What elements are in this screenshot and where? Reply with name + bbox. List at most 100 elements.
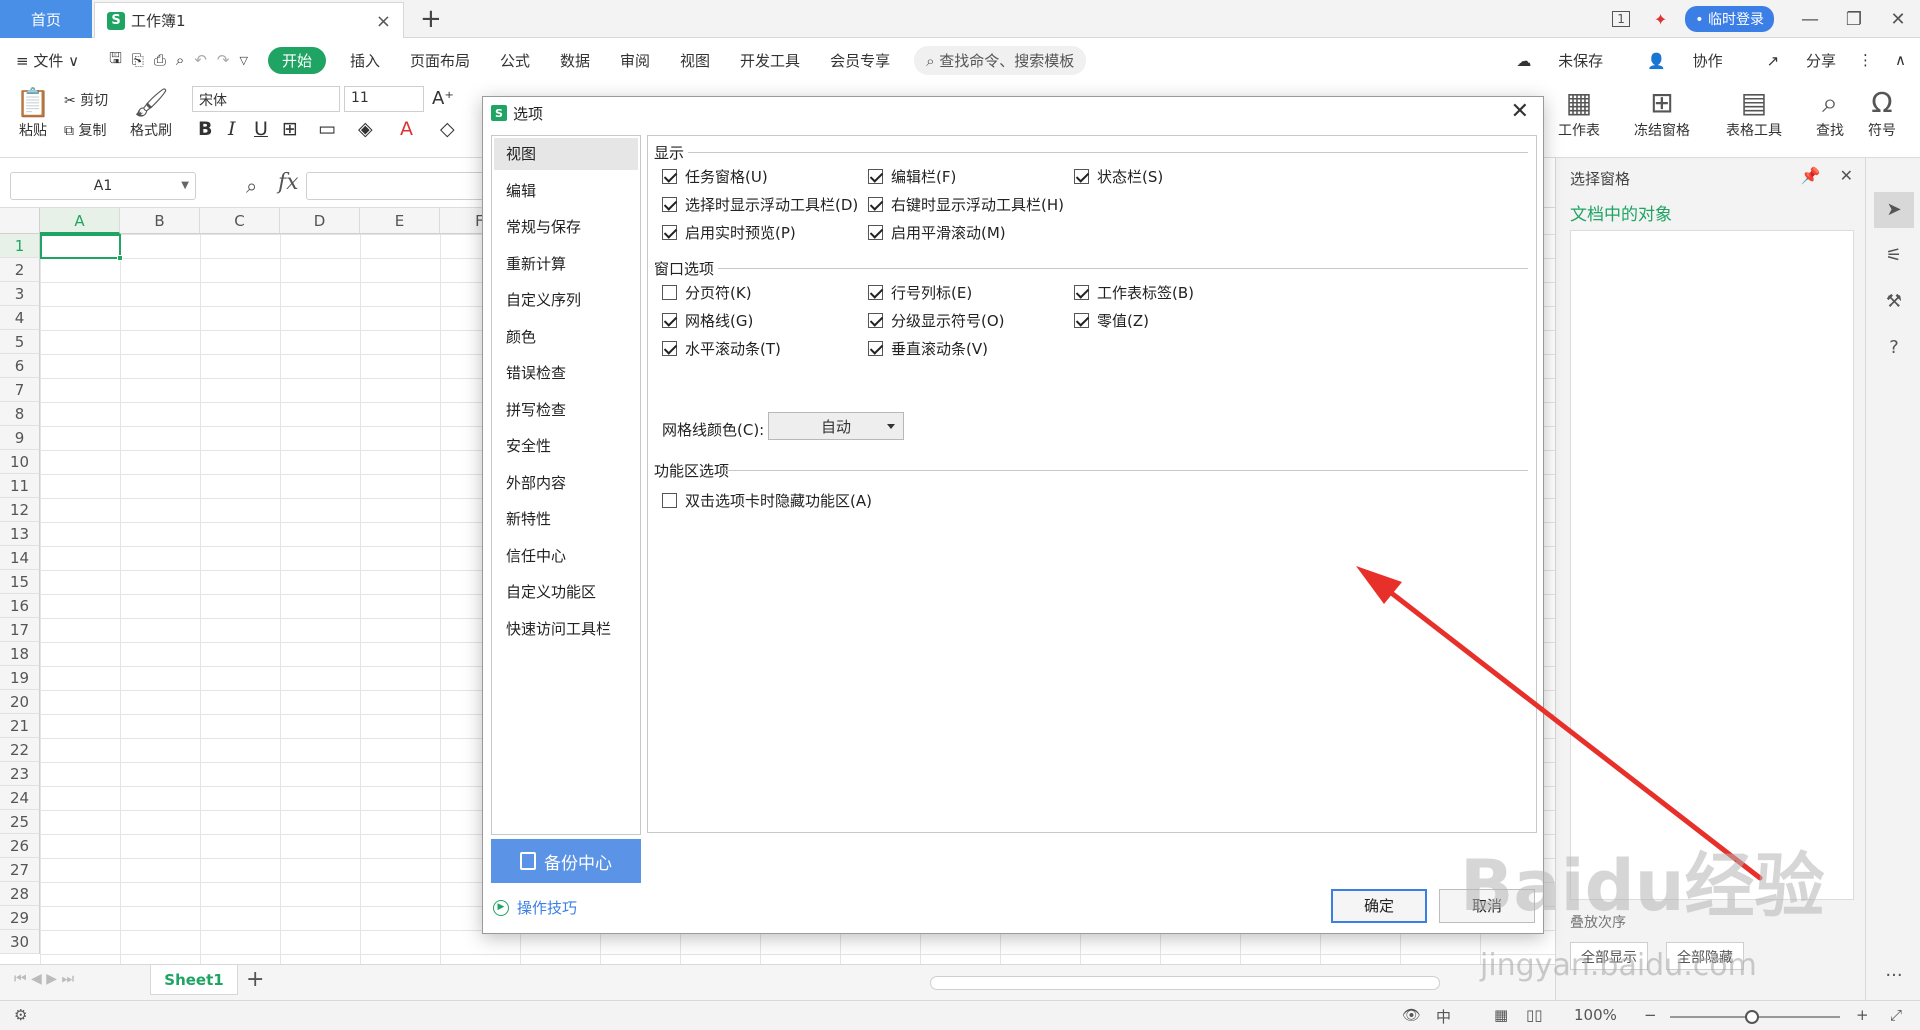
nav-item[interactable]: 安全性 — [494, 430, 638, 462]
row-header[interactable]: 27 — [0, 858, 40, 882]
nav-item[interactable]: 错误检查 — [494, 357, 638, 389]
login-button[interactable]: • 临时登录 — [1685, 6, 1774, 32]
row-header[interactable]: 10 — [0, 450, 40, 474]
formula-input[interactable] — [306, 172, 496, 200]
tab-workbook[interactable]: S 工作簿1 × — [94, 2, 404, 38]
selected-cell[interactable] — [40, 234, 121, 259]
clear-format-icon[interactable]: ◇ — [440, 118, 455, 140]
page-layout-view-icon[interactable]: ▯▯ — [1526, 1006, 1543, 1024]
new-tab-button[interactable]: + — [420, 4, 442, 34]
checkbox-smooth-scroll[interactable]: 启用平滑滚动(M) — [868, 222, 1006, 243]
checkbox-float-toolbar-rightclick[interactable]: 右键时显示浮动工具栏(H) — [868, 194, 1064, 215]
fill-handle[interactable] — [117, 255, 123, 261]
zoom-level[interactable]: 100% — [1574, 1006, 1617, 1024]
fx-icon[interactable]: fx — [278, 170, 299, 195]
row-header[interactable]: 15 — [0, 570, 40, 594]
row-header[interactable]: 24 — [0, 786, 40, 810]
menu-file[interactable]: ≡ 文件 ∨ — [16, 50, 79, 71]
row-header[interactable]: 4 — [0, 306, 40, 330]
underline-icon[interactable]: U — [254, 118, 268, 140]
macro-icon[interactable]: ⚙ — [14, 1006, 27, 1024]
row-header[interactable]: 18 — [0, 642, 40, 666]
nav-item[interactable]: 信任中心 — [494, 540, 638, 572]
row-header[interactable]: 8 — [0, 402, 40, 426]
row-header[interactable]: 26 — [0, 834, 40, 858]
row-header[interactable]: 11 — [0, 474, 40, 498]
page-indicator-icon[interactable]: 1 — [1612, 11, 1630, 27]
checkbox-hide-ribbon-dblclick[interactable]: 双击选项卡时隐藏功能区(A) — [662, 490, 872, 511]
restore-icon[interactable]: ❐ — [1832, 9, 1876, 30]
sheet-nav-icons[interactable]: ⏮ ◀ ▶ ⏭ — [14, 971, 74, 987]
row-header[interactable]: 14 — [0, 546, 40, 570]
row-header[interactable]: 20 — [0, 690, 40, 714]
column-header[interactable]: C — [200, 208, 280, 234]
pin-icon[interactable]: 📌 — [1801, 166, 1821, 185]
nav-item[interactable]: 外部内容 — [494, 467, 638, 499]
column-header[interactable]: D — [280, 208, 360, 234]
checkbox-outline-symbols[interactable]: 分级显示符号(O) — [868, 310, 1005, 331]
nav-item[interactable]: 编辑 — [494, 175, 638, 207]
add-sheet-button[interactable]: + — [246, 967, 264, 992]
gridline-color-select[interactable]: 自动 — [768, 412, 904, 440]
nav-item[interactable]: 自定义功能区 — [494, 576, 638, 608]
sheet-tab-sheet1[interactable]: Sheet1 — [150, 965, 238, 995]
cut-button[interactable]: ✂ 剪切 — [64, 90, 108, 110]
menu-formula[interactable]: 公式 — [500, 50, 530, 71]
pane-close-icon[interactable]: ✕ — [1840, 166, 1853, 185]
checkbox-row-col-headers[interactable]: 行号列标(E) — [868, 282, 972, 303]
row-header[interactable]: 6 — [0, 354, 40, 378]
border-icon[interactable]: ⊞ — [282, 118, 298, 140]
checkbox-sheet-tabs[interactable]: 工作表标签(B) — [1074, 282, 1194, 303]
nav-item[interactable]: 颜色 — [494, 321, 638, 353]
menu-data[interactable]: 数据 — [560, 50, 590, 71]
nav-item[interactable]: 常规与保存 — [494, 211, 638, 243]
nav-item[interactable]: 新特性 — [494, 503, 638, 535]
nav-item[interactable]: 快速访问工具栏 — [494, 613, 638, 645]
column-header[interactable]: B — [120, 208, 200, 234]
format-painter-button[interactable]: 🖌 格式刷 — [126, 86, 176, 140]
row-header[interactable]: 9 — [0, 426, 40, 450]
italic-icon[interactable]: I — [228, 118, 236, 140]
user-avatar-icon[interactable]: ✦ — [1654, 10, 1667, 29]
row-header[interactable]: 25 — [0, 810, 40, 834]
row-header[interactable]: 30 — [0, 930, 40, 954]
row-header[interactable]: 22 — [0, 738, 40, 762]
print-preview-icon[interactable]: ⌕ — [176, 51, 184, 69]
checkbox-edit-bar[interactable]: 编辑栏(F) — [868, 166, 956, 187]
row-header[interactable]: 3 — [0, 282, 40, 306]
nav-item[interactable]: 拼写检查 — [494, 394, 638, 426]
fullscreen-icon[interactable]: ⤢ — [1890, 1006, 1902, 1024]
tools-icon[interactable]: ⚒ — [1874, 284, 1914, 320]
checkbox-v-scrollbar[interactable]: 垂直滚动条(V) — [868, 338, 988, 359]
row-header[interactable]: 23 — [0, 762, 40, 786]
zoom-in-button[interactable]: + — [1856, 1006, 1869, 1024]
nav-item[interactable]: 重新计算 — [494, 248, 638, 280]
bold-icon[interactable]: B — [198, 118, 212, 140]
share-button[interactable]: ↗ 分享 — [1745, 50, 1836, 71]
checkbox-zero-values[interactable]: 零值(Z) — [1074, 310, 1149, 331]
menu-review[interactable]: 审阅 — [620, 50, 650, 71]
increase-font-icon[interactable]: A⁺ — [432, 88, 454, 109]
row-header[interactable]: 21 — [0, 714, 40, 738]
nav-item[interactable]: 视图 — [494, 138, 638, 170]
row-header[interactable]: 2 — [0, 258, 40, 282]
row-header[interactable]: 17 — [0, 618, 40, 642]
tab-home[interactable]: 首页 — [0, 0, 92, 38]
table-tools-button[interactable]: ▤ 表格工具 — [1716, 86, 1792, 140]
print-icon[interactable]: ⎙ — [154, 51, 166, 69]
name-box[interactable]: A1 ▼ — [10, 172, 196, 200]
row-header[interactable]: 1 — [0, 234, 40, 258]
row-header[interactable]: 28 — [0, 882, 40, 906]
more-dots-icon[interactable]: ··· — [1874, 958, 1914, 994]
worksheet-button[interactable]: ▦ 工作表 — [1548, 86, 1610, 140]
checkbox-live-preview[interactable]: 启用实时预览(P) — [662, 222, 796, 243]
nav-item[interactable]: 自定义序列 — [494, 284, 638, 316]
command-search[interactable]: ⌕ 查找命令、搜索模板 — [914, 45, 1087, 75]
find-button[interactable]: ⌕ 查找 — [1808, 86, 1852, 140]
objects-list[interactable] — [1570, 230, 1854, 900]
menu-page-layout[interactable]: 页面布局 — [410, 50, 470, 71]
undo-icon[interactable]: ↶ — [194, 51, 207, 69]
settings-sliders-icon[interactable]: ⚟ — [1874, 238, 1914, 274]
row-header[interactable]: 13 — [0, 522, 40, 546]
normal-view-icon[interactable]: ▦ — [1494, 1006, 1508, 1024]
